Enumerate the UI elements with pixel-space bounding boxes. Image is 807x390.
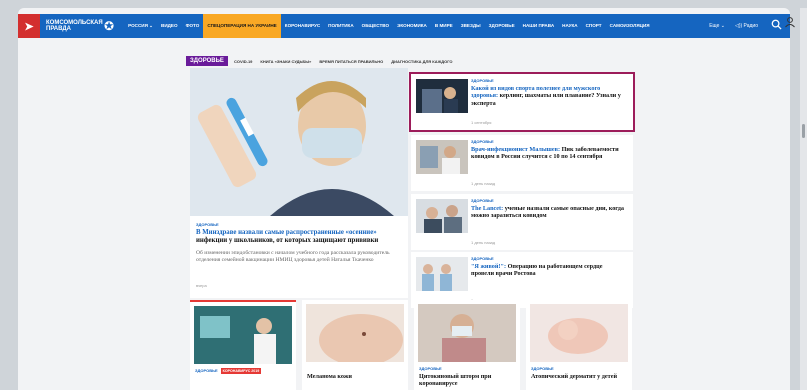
bottom-article-badge: Коронавирус 2019: [220, 368, 262, 374]
bottom-article[interactable]: Меланома кожи: [302, 300, 408, 390]
nav-item-stars[interactable]: Звезды: [457, 14, 485, 38]
side-article-time: 1 день назад: [471, 181, 496, 186]
bottom-article-image: [194, 306, 292, 364]
bottom-article-title[interactable]: Меланома кожи: [307, 373, 405, 380]
nav-item-russia[interactable]: Россия ⌄: [124, 14, 157, 38]
bottom-article-category[interactable]: Здоровье Коронавирус 2019: [195, 368, 262, 374]
side-article-category[interactable]: Здоровье: [471, 198, 494, 203]
radio-button[interactable]: ◁)) Радио: [730, 23, 763, 29]
side-article[interactable]: Здоровье Врач-инфекционист Малышев: Пик …: [411, 135, 633, 191]
scrollbar[interactable]: [800, 8, 807, 390]
nav-item-sport[interactable]: Спорт: [582, 14, 606, 38]
side-article-time: 1 день назад: [471, 240, 496, 245]
bottom-article[interactable]: Здоровье Цитокиновый шторм при коронавир…: [414, 300, 520, 390]
subtag-fate-signs[interactable]: Книга «Знаки судьбы»: [258, 59, 313, 64]
nav-item-video[interactable]: Видео: [157, 14, 182, 38]
side-article-image: [416, 79, 468, 113]
scrollbar-thumb[interactable]: [802, 124, 805, 138]
nav-item-photo[interactable]: Фото: [182, 14, 204, 38]
side-article-category[interactable]: Здоровье: [471, 78, 494, 83]
nav-right: Еще ⌄ ◁)) Радио: [704, 14, 790, 38]
bottom-article-category[interactable]: Здоровье: [419, 366, 442, 371]
side-article-time: 1 сентября: [471, 120, 492, 125]
logo-arrow-icon: ➤: [24, 20, 34, 33]
site-logo[interactable]: Комсомольская правда ✪: [40, 19, 120, 33]
side-article[interactable]: Здоровье The Lancet: ученые назвали самы…: [411, 194, 633, 250]
bottom-article[interactable]: Здоровье Атопический дерматит у детей: [526, 300, 632, 390]
subtag-diagnostics[interactable]: Диагностика для каждого: [389, 59, 454, 64]
main-article-image: [190, 68, 408, 216]
user-icon[interactable]: [784, 15, 796, 28]
side-article-title[interactable]: Врач-инфекционист Малышев: Пик заболевае…: [471, 146, 627, 161]
bottom-article-image: [418, 304, 516, 362]
main-article-time: вчера: [196, 283, 207, 288]
side-article-title[interactable]: The Lancet: ученые назвали самые опасные…: [471, 205, 627, 220]
side-article-category[interactable]: Здоровье: [471, 256, 494, 261]
top-navbar: ➤ Комсомольская правда ✪ Россия ⌄ Видео …: [18, 14, 790, 38]
side-article-title[interactable]: Какой из видов спорта полезнее для мужск…: [471, 85, 627, 107]
nav-item-special-operation[interactable]: Спецоперация на Украине: [203, 14, 281, 38]
section-header: Здоровье COVID-19 Книга «Знаки судьбы» В…: [186, 56, 455, 66]
nav-item-self-isolation[interactable]: Самоизоляция: [606, 14, 654, 38]
logo-text: Комсомольская правда: [46, 20, 103, 32]
side-article-title[interactable]: "Я живой!": Операцию на работающем сердц…: [471, 263, 627, 278]
nav-menu: Россия ⌄ Видео Фото Спецоперация на Укра…: [124, 14, 654, 38]
page: ➤ Комсомольская правда ✪ Россия ⌄ Видео …: [18, 8, 790, 390]
bottom-article-category[interactable]: Здоровье: [531, 366, 554, 371]
side-article[interactable]: Здоровье Какой из видов спорта полезнее …: [409, 72, 635, 132]
nav-item-world[interactable]: В мире: [431, 14, 457, 38]
subtag-covid[interactable]: COVID-19: [232, 59, 254, 64]
main-article-title[interactable]: В Минздраве назвали самые распространенн…: [196, 229, 402, 245]
main-article-category[interactable]: Здоровье: [196, 222, 219, 227]
bottom-article-title[interactable]: Цитокиновый шторм при коронавирусе: [419, 373, 517, 388]
main-article[interactable]: Здоровье В Минздраве назвали самые распр…: [190, 68, 408, 298]
bottom-article-image: [530, 304, 628, 362]
side-article-image: [416, 257, 468, 291]
bottom-article-title[interactable]: Атопический дерматит у детей: [531, 373, 629, 380]
side-article-image: [416, 199, 468, 233]
more-menu[interactable]: Еще ⌄: [704, 23, 730, 29]
nav-item-science[interactable]: Наука: [558, 14, 581, 38]
nav-item-economy[interactable]: Экономика: [393, 14, 431, 38]
section-tag-health[interactable]: Здоровье: [186, 56, 228, 66]
nav-item-society[interactable]: Общество: [358, 14, 393, 38]
subtag-eat-right[interactable]: Время питаться правильно: [317, 59, 385, 64]
side-article-category[interactable]: Здоровье: [471, 139, 494, 144]
emblem-icon: ✪: [104, 19, 115, 33]
logo-mark[interactable]: ➤: [18, 14, 40, 38]
bottom-article[interactable]: Здоровье Коронавирус 2019: [190, 300, 296, 390]
nav-item-coronavirus[interactable]: Коронавирус: [281, 14, 324, 38]
nav-item-health[interactable]: Здоровье: [485, 14, 519, 38]
side-article-image: [416, 140, 468, 174]
nav-item-politics[interactable]: Политика: [324, 14, 358, 38]
nav-item-rights[interactable]: Наши права: [519, 14, 559, 38]
main-article-lead: Об изменении эпидобстановки с началом уч…: [196, 250, 390, 263]
bottom-article-image: [306, 304, 404, 362]
